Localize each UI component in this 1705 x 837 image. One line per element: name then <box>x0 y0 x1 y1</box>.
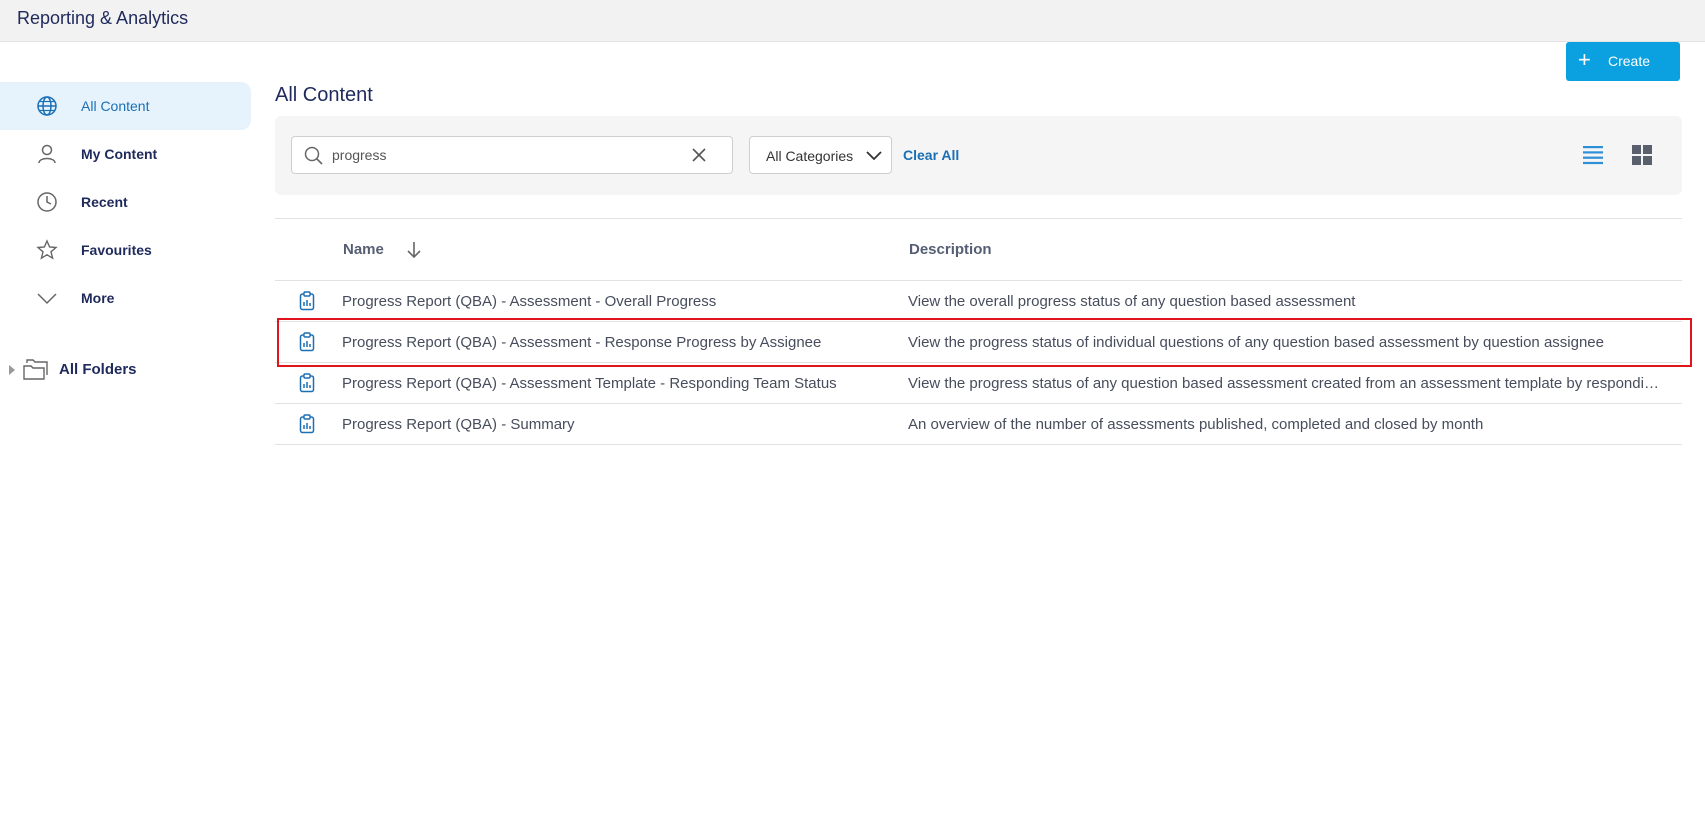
report-clipboard-icon <box>299 414 315 434</box>
sidebar-item-favourites[interactable]: Favourites <box>0 226 251 274</box>
category-select-value: All Categories <box>766 148 854 164</box>
table-row[interactable]: Progress Report (QBA) - Assessment - Res… <box>275 322 1682 363</box>
column-header-name[interactable]: Name <box>343 241 384 258</box>
row-name[interactable]: Progress Report (QBA) - Assessment Templ… <box>342 375 837 392</box>
sidebar: All Content My Content Recent Favourites… <box>0 42 256 837</box>
table-row[interactable]: Progress Report (QBA) - Summary An overv… <box>275 404 1682 445</box>
search-icon <box>304 146 323 165</box>
all-folders-label: All Folders <box>59 361 137 378</box>
folders-icon <box>23 359 48 380</box>
page-title: All Content <box>275 84 373 106</box>
row-description: View the progress status of any question… <box>908 375 1663 392</box>
expand-caret-icon[interactable] <box>9 365 15 375</box>
plus-icon: + <box>1578 47 1591 72</box>
app-title: Reporting & Analytics <box>17 8 189 28</box>
report-clipboard-icon <box>299 332 315 352</box>
create-button[interactable]: + Create <box>1566 42 1680 81</box>
grid-view-icon[interactable] <box>1631 144 1653 166</box>
top-bar: Reporting & Analytics <box>0 0 1705 42</box>
user-icon <box>38 144 56 164</box>
row-description: View the overall progress status of any … <box>908 293 1356 310</box>
sidebar-item-label: Recent <box>81 194 128 210</box>
row-description: View the progress status of individual q… <box>908 334 1604 351</box>
row-name[interactable]: Progress Report (QBA) - Assessment - Ove… <box>342 293 716 310</box>
category-select[interactable]: All Categories <box>749 136 892 174</box>
star-icon <box>36 239 58 260</box>
chevron-down-icon <box>866 151 882 161</box>
report-clipboard-icon <box>299 373 315 393</box>
create-button-label: Create <box>1608 53 1651 69</box>
row-name[interactable]: Progress Report (QBA) - Summary <box>342 416 575 433</box>
list-view-icon[interactable] <box>1582 144 1604 166</box>
clock-icon <box>37 192 57 212</box>
clear-search-icon[interactable] <box>690 146 708 164</box>
content-table: Name Description Progress Report (QBA) -… <box>275 218 1682 445</box>
sidebar-item-label: Favourites <box>81 242 152 258</box>
globe-icon <box>37 96 57 116</box>
sidebar-item-label: My Content <box>81 146 158 162</box>
sidebar-item-recent[interactable]: Recent <box>0 178 251 226</box>
search-input[interactable] <box>332 145 672 165</box>
sidebar-item-label: All Content <box>81 98 150 114</box>
row-description: An overview of the number of assessments… <box>908 416 1484 433</box>
sidebar-item-all-content[interactable]: All Content <box>0 82 251 130</box>
sidebar-item-more[interactable]: More <box>0 274 251 322</box>
sidebar-item-label: More <box>81 290 115 306</box>
table-row[interactable]: Progress Report (QBA) - Assessment Templ… <box>275 363 1682 404</box>
report-clipboard-icon <box>299 291 315 311</box>
clear-all-link[interactable]: Clear All <box>903 147 959 163</box>
sidebar-item-my-content[interactable]: My Content <box>0 130 251 178</box>
chevron-down-icon <box>37 293 57 305</box>
search-box[interactable] <box>291 136 733 174</box>
table-row[interactable]: Progress Report (QBA) - Assessment - Ove… <box>275 281 1682 322</box>
column-header-description[interactable]: Description <box>909 241 992 258</box>
table-header: Name Description <box>275 218 1682 281</box>
row-name[interactable]: Progress Report (QBA) - Assessment - Res… <box>342 334 821 351</box>
filter-panel: All Categories Clear All <box>275 116 1682 195</box>
all-folders[interactable]: All Folders <box>6 356 246 386</box>
sort-arrow-down-icon[interactable] <box>407 241 421 259</box>
